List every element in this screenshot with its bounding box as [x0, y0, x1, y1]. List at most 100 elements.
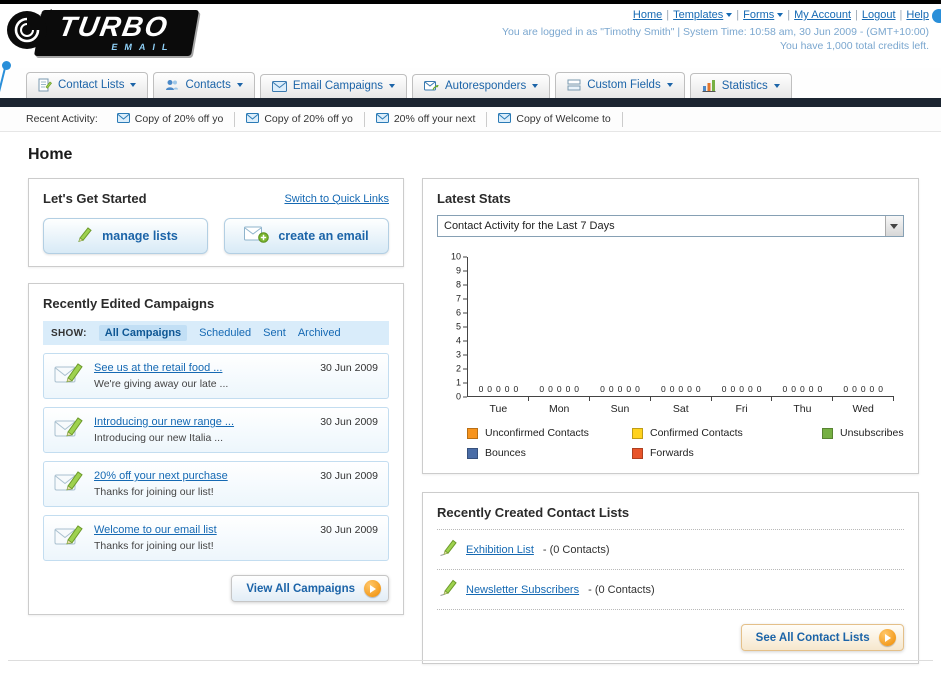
latest-stats-title: Latest Stats [437, 191, 511, 206]
chart-x-label: Fri [735, 403, 748, 415]
nav-help-link[interactable]: Help [906, 9, 929, 21]
left-column: Let's Get Started Switch to Quick Links … [28, 178, 404, 615]
recent-activity-label: Recent Activity: [26, 113, 98, 125]
tab-email-campaigns[interactable]: Email Campaigns [259, 74, 407, 98]
recent-activity-text: Copy of 20% off yo [134, 113, 224, 125]
envelope-pencil-icon [54, 361, 84, 390]
contact-list-name-link[interactable]: Exhibition List [466, 544, 534, 556]
campaign-row: See us at the retail food ... We're givi… [43, 353, 389, 399]
chart-x-label: Sat [672, 403, 689, 415]
recent-activity-item[interactable]: Copy of Welcome to [487, 111, 623, 127]
campaign-title-link[interactable]: Welcome to our email list [94, 524, 217, 536]
legend-swatch [467, 427, 478, 439]
contact-list-meta: - (0 Contacts) [588, 583, 655, 596]
see-all-contact-lists-label: See All Contact Lists [755, 631, 870, 644]
filter-sent[interactable]: Sent [263, 327, 286, 339]
campaign-date: 30 Jun 2009 [320, 524, 378, 536]
custom-fields-icon [567, 78, 581, 92]
nav-separator: | [666, 9, 670, 21]
manage-lists-label: manage lists [102, 229, 178, 243]
credits-info: You have 1,000 total credits left. [779, 40, 929, 52]
stats-period-select[interactable]: Contact Activity for the Last 7 Days [437, 215, 904, 237]
view-all-campaigns-button[interactable]: View All Campaigns [231, 575, 389, 602]
tab-autoresponders[interactable]: Autoresponders [412, 74, 551, 98]
recent-activity-item[interactable]: Copy of 20% off yo [235, 111, 365, 127]
email-campaigns-icon [271, 80, 287, 92]
contact-lists-title: Recently Created Contact Lists [437, 505, 904, 530]
nav-my-account-link[interactable]: My Account [794, 9, 851, 21]
pencil-icon [73, 226, 93, 247]
nav-forms-label: Forms [743, 9, 775, 21]
filter-archived[interactable]: Archived [298, 327, 341, 339]
legend-swatch [822, 427, 833, 439]
tab-custom-fields[interactable]: Custom Fields [555, 72, 685, 98]
legend-swatch [632, 447, 643, 459]
campaign-row: Introducing our new range ... Introducin… [43, 407, 389, 453]
nav-separator: | [855, 9, 858, 21]
campaign-date: 30 Jun 2009 [320, 362, 378, 374]
chevron-down-icon [236, 83, 243, 87]
contact-list-name-link[interactable]: Newsletter Subscribers [466, 584, 579, 596]
filter-scheduled[interactable]: Scheduled [199, 327, 251, 339]
chart-day-group: 0 0 0 0 0 Fri [711, 257, 773, 415]
chevron-down-icon [890, 223, 899, 229]
tab-statistics[interactable]: Statistics [689, 73, 792, 98]
campaign-title-link[interactable]: See us at the retail food ... [94, 362, 228, 374]
y-axis-tick: 4 [456, 336, 467, 346]
tab-label: Contact Lists [58, 79, 125, 91]
chart-legend: Unconfirmed Contacts Confirmed Contacts … [467, 427, 904, 459]
recent-activity-item[interactable]: Copy of 20% off yo [106, 111, 236, 127]
nav-templates-label: Templates [673, 9, 724, 21]
envelope-pencil-icon [54, 415, 84, 444]
nav-separator: | [787, 9, 791, 21]
header: TURBO EMAIL Home | Templates | Forms | M… [0, 4, 941, 68]
nav-home-link[interactable]: Home [633, 9, 662, 21]
get-started-title: Let's Get Started [43, 191, 147, 206]
contact-list-item: Newsletter Subscribers - (0 Contacts) [437, 570, 904, 610]
chevron-down-icon [389, 84, 395, 88]
legend-item: Forwards [632, 447, 822, 459]
y-axis-tick: 7 [456, 294, 467, 304]
manage-lists-button[interactable]: manage lists [43, 218, 208, 254]
arrow-right-icon [364, 580, 381, 597]
top-nav: Home | Templates | Forms | My Account | … [502, 9, 929, 21]
nav-forms-link[interactable]: Forms [743, 9, 784, 21]
logo-box: TURBO EMAIL [33, 9, 200, 56]
tab-contact-lists[interactable]: Contact Lists [26, 72, 149, 98]
get-started-panel: Let's Get Started Switch to Quick Links … [28, 178, 404, 267]
see-all-contact-lists-button[interactable]: See All Contact Lists [740, 624, 904, 651]
select-dropdown-box [884, 216, 903, 236]
filter-all-campaigns[interactable]: All Campaigns [98, 325, 188, 341]
legend-label: Forwards [650, 447, 694, 459]
campaign-title-link[interactable]: 20% off your next purchase [94, 470, 228, 482]
recent-activity-text: Copy of 20% off yo [264, 113, 353, 125]
y-axis-tick: 2 [456, 364, 467, 374]
logo-title: TURBO [56, 10, 172, 42]
right-column: Latest Stats Contact Activity for the La… [422, 178, 919, 664]
nav-logout-link[interactable]: Logout [862, 9, 896, 21]
tab-label: Statistics [721, 79, 768, 92]
envelope-pencil-icon [54, 469, 84, 498]
legend-label: Unsubscribes [840, 427, 904, 439]
legend-item: Bounces [467, 447, 632, 459]
footer-divider [8, 660, 933, 661]
legend-label: Bounces [485, 447, 526, 459]
legend-label: Confirmed Contacts [650, 427, 743, 439]
tab-contacts[interactable]: Contacts [153, 72, 255, 98]
create-email-button[interactable]: create an email [224, 218, 389, 254]
chart-value-labels: 00000 [478, 383, 519, 394]
contact-list-item: Exhibition List - (0 Contacts) [437, 530, 904, 570]
main-content: Home Let's Get Started Switch to Quick L… [0, 132, 941, 664]
chart-x-label: Tue [489, 403, 508, 415]
chart-value-labels: 00000 [600, 383, 640, 394]
contact-list-meta: - (0 Contacts) [542, 543, 610, 556]
app-logo[interactable]: TURBO EMAIL [6, 8, 200, 57]
switch-quick-links-link[interactable]: Switch to Quick Links [284, 193, 389, 205]
campaign-row: 20% off your next purchase Thanks for jo… [43, 461, 389, 507]
tab-label: Autoresponders [445, 80, 527, 92]
recent-activity-item[interactable]: 20% off your next [365, 111, 488, 127]
nav-templates-link[interactable]: Templates [673, 9, 733, 21]
chart-day-group: 0 0 0 0 0 Thu [772, 257, 834, 415]
campaign-title-link[interactable]: Introducing our new range ... [94, 416, 234, 428]
legend-swatch [632, 427, 643, 439]
